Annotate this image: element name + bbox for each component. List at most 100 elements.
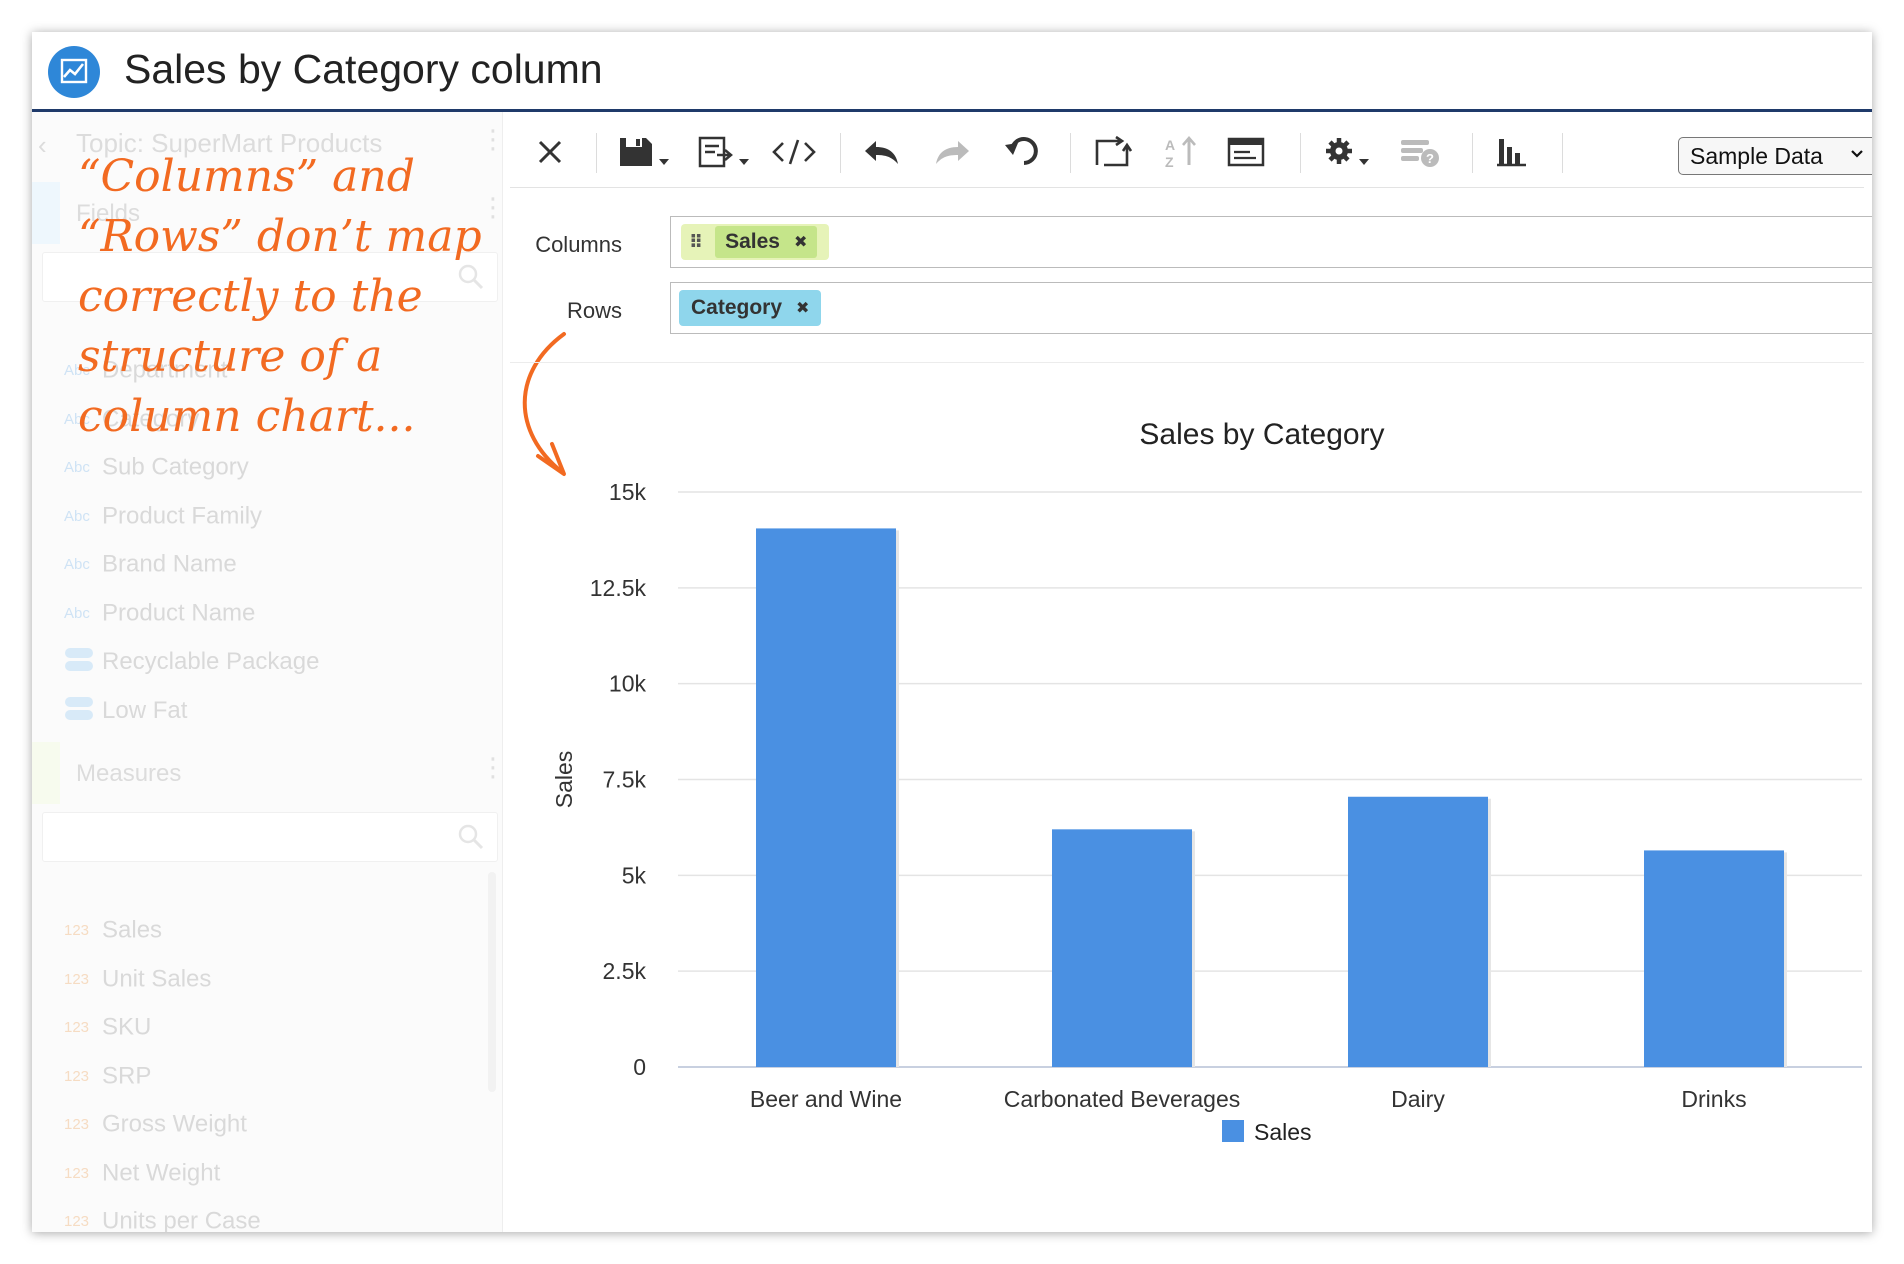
revert-icon[interactable] xyxy=(1000,132,1044,172)
measure-field-item[interactable]: 123 Unit Sales xyxy=(64,965,211,995)
toolbar-divider xyxy=(840,133,841,173)
scrollbar[interactable] xyxy=(488,872,496,1092)
legend-label: Sales xyxy=(1254,1119,1312,1145)
editor-toolbar: AZ ? Sample Data xyxy=(510,117,1872,188)
rows-shelf[interactable]: Category ✖ xyxy=(670,282,1872,334)
text-type-icon: Abc xyxy=(64,556,90,574)
sample-data-dropdown[interactable]: Sample Data xyxy=(1678,137,1872,175)
sample-data-label: Sample Data xyxy=(1690,142,1823,169)
dimension-field-item[interactable]: Abc Product Family xyxy=(64,502,262,532)
text-type-icon: Abc xyxy=(64,507,90,525)
field-label: Brand Name xyxy=(102,550,237,578)
measures-header: Measures xyxy=(76,760,182,787)
column-chart: Sales by Category 0 2.5k 5k 7.5k 10k 12.5k 15k S… xyxy=(551,418,1862,1145)
field-label: SRP xyxy=(102,1062,152,1090)
text-type-icon: Abc xyxy=(64,459,90,477)
field-label: Product Name xyxy=(102,599,256,627)
x-tick-label: Beer and Wine xyxy=(750,1086,902,1112)
field-label: Sales xyxy=(102,916,163,944)
rows-shelf-label: Rows xyxy=(566,298,622,323)
toggle-type-icon xyxy=(64,696,102,726)
dimension-field-item[interactable]: Abc Product Name xyxy=(64,599,255,629)
fields-section-marker xyxy=(32,182,60,244)
page-title: Sales by Category column xyxy=(124,46,603,92)
measures-search-input[interactable] xyxy=(42,812,498,862)
bar xyxy=(1348,796,1488,1067)
toggle-type-icon xyxy=(64,647,102,677)
number-type-icon: 123 xyxy=(64,1164,90,1182)
dimension-field-item[interactable]: Abc Brand Name xyxy=(64,550,237,580)
field-label: Recyclable Package xyxy=(102,648,320,675)
sales-pill[interactable]: ⠿ Sales ✖ xyxy=(681,224,829,260)
code-icon[interactable] xyxy=(770,132,818,172)
y-tick-label: 5k xyxy=(622,862,647,888)
category-pill[interactable]: Category ✖ xyxy=(679,290,822,326)
measures-section-marker xyxy=(32,742,60,804)
bar-chart-icon[interactable] xyxy=(1492,132,1536,172)
number-type-icon: 123 xyxy=(64,922,90,940)
dimension-field-item[interactable]: Low Fat xyxy=(64,696,187,726)
y-tick-label: 15k xyxy=(609,479,647,505)
measures-menu-icon[interactable]: ⋮ xyxy=(480,752,502,783)
drag-handle-icon[interactable]: ⠿ xyxy=(689,232,703,253)
field-label: Low Fat xyxy=(102,696,188,724)
y-tick-label: 12.5k xyxy=(590,575,647,601)
measure-field-item[interactable]: 123 Net Weight xyxy=(64,1159,220,1189)
x-tick-label: Carbonated Beverages xyxy=(1004,1086,1241,1112)
field-label: SKU xyxy=(102,1013,152,1041)
annotation-note: “Columns” and “Rows” don’t map correctly… xyxy=(78,147,498,447)
table-icon[interactable] xyxy=(1224,132,1268,172)
field-label: Gross Weight xyxy=(102,1110,247,1138)
annotation-line: correctly to the xyxy=(78,271,423,322)
bar xyxy=(756,528,896,1067)
bar xyxy=(1644,850,1784,1067)
measure-field-item[interactable]: 123 Sales xyxy=(64,916,162,946)
save-icon[interactable] xyxy=(616,132,676,172)
sort-icon[interactable]: AZ xyxy=(1160,132,1204,172)
measure-field-item[interactable]: 123 Gross Weight xyxy=(64,1110,247,1140)
line-chart-icon xyxy=(48,46,100,98)
number-type-icon: 123 xyxy=(64,1067,90,1085)
toolbar-divider xyxy=(1070,133,1071,173)
chevron-down-icon xyxy=(1849,146,1865,167)
collapse-arrow-icon[interactable]: ‹ xyxy=(38,130,47,161)
toolbar-divider xyxy=(1562,133,1563,173)
measure-field-item[interactable]: 123 Units per Case xyxy=(64,1207,261,1232)
close-icon[interactable] xyxy=(532,132,568,172)
redo-icon[interactable] xyxy=(930,132,974,172)
chart-container: Sales by Category 0 2.5k 5k 7.5k 10k 12.5k 15k S… xyxy=(510,392,1872,1232)
x-tick-label: Dairy xyxy=(1391,1086,1445,1112)
y-tick-label: 10k xyxy=(609,671,647,697)
text-type-icon: Abc xyxy=(64,604,90,622)
annotation-line: “Rows” don’t map xyxy=(78,211,482,262)
columns-shelf-label: Columns xyxy=(535,232,622,257)
columns-shelf[interactable]: ⠿ Sales ✖ xyxy=(670,216,1872,268)
measure-field-item[interactable]: 123 SRP xyxy=(64,1062,151,1092)
measure-field-item[interactable]: 123 SKU xyxy=(64,1013,151,1043)
y-tick-label: 0 xyxy=(633,1054,646,1080)
settings-icon[interactable] xyxy=(1322,132,1378,172)
export-icon[interactable] xyxy=(696,132,756,172)
undo-icon[interactable] xyxy=(860,132,904,172)
dimension-field-item[interactable]: Recyclable Package xyxy=(64,647,319,677)
y-tick-label: 7.5k xyxy=(603,767,647,793)
remove-icon[interactable]: ✖ xyxy=(794,232,807,252)
divider xyxy=(510,362,1864,363)
remove-icon[interactable]: ✖ xyxy=(796,298,809,318)
legend-swatch xyxy=(1222,1120,1244,1142)
report-window: Sales by Category column ‹ Topic: SuperM… xyxy=(32,32,1872,1232)
category-pill-label: Category xyxy=(691,296,783,319)
svg-text:?: ? xyxy=(1426,151,1434,166)
number-type-icon: 123 xyxy=(64,970,90,988)
dimension-field-item[interactable]: Abc Sub Category xyxy=(64,453,249,483)
bar xyxy=(1052,829,1192,1067)
y-axis-label: Sales xyxy=(551,751,577,809)
svg-text:Z: Z xyxy=(1165,154,1174,169)
number-type-icon: 123 xyxy=(64,1019,90,1037)
field-label: Units per Case xyxy=(102,1207,261,1232)
annotation-line: “Columns” and xyxy=(78,151,415,202)
toolbar-divider xyxy=(1300,133,1301,173)
swap-icon[interactable] xyxy=(1090,132,1134,172)
number-type-icon: 123 xyxy=(64,1213,90,1231)
data-settings-icon[interactable]: ? xyxy=(1396,132,1444,172)
